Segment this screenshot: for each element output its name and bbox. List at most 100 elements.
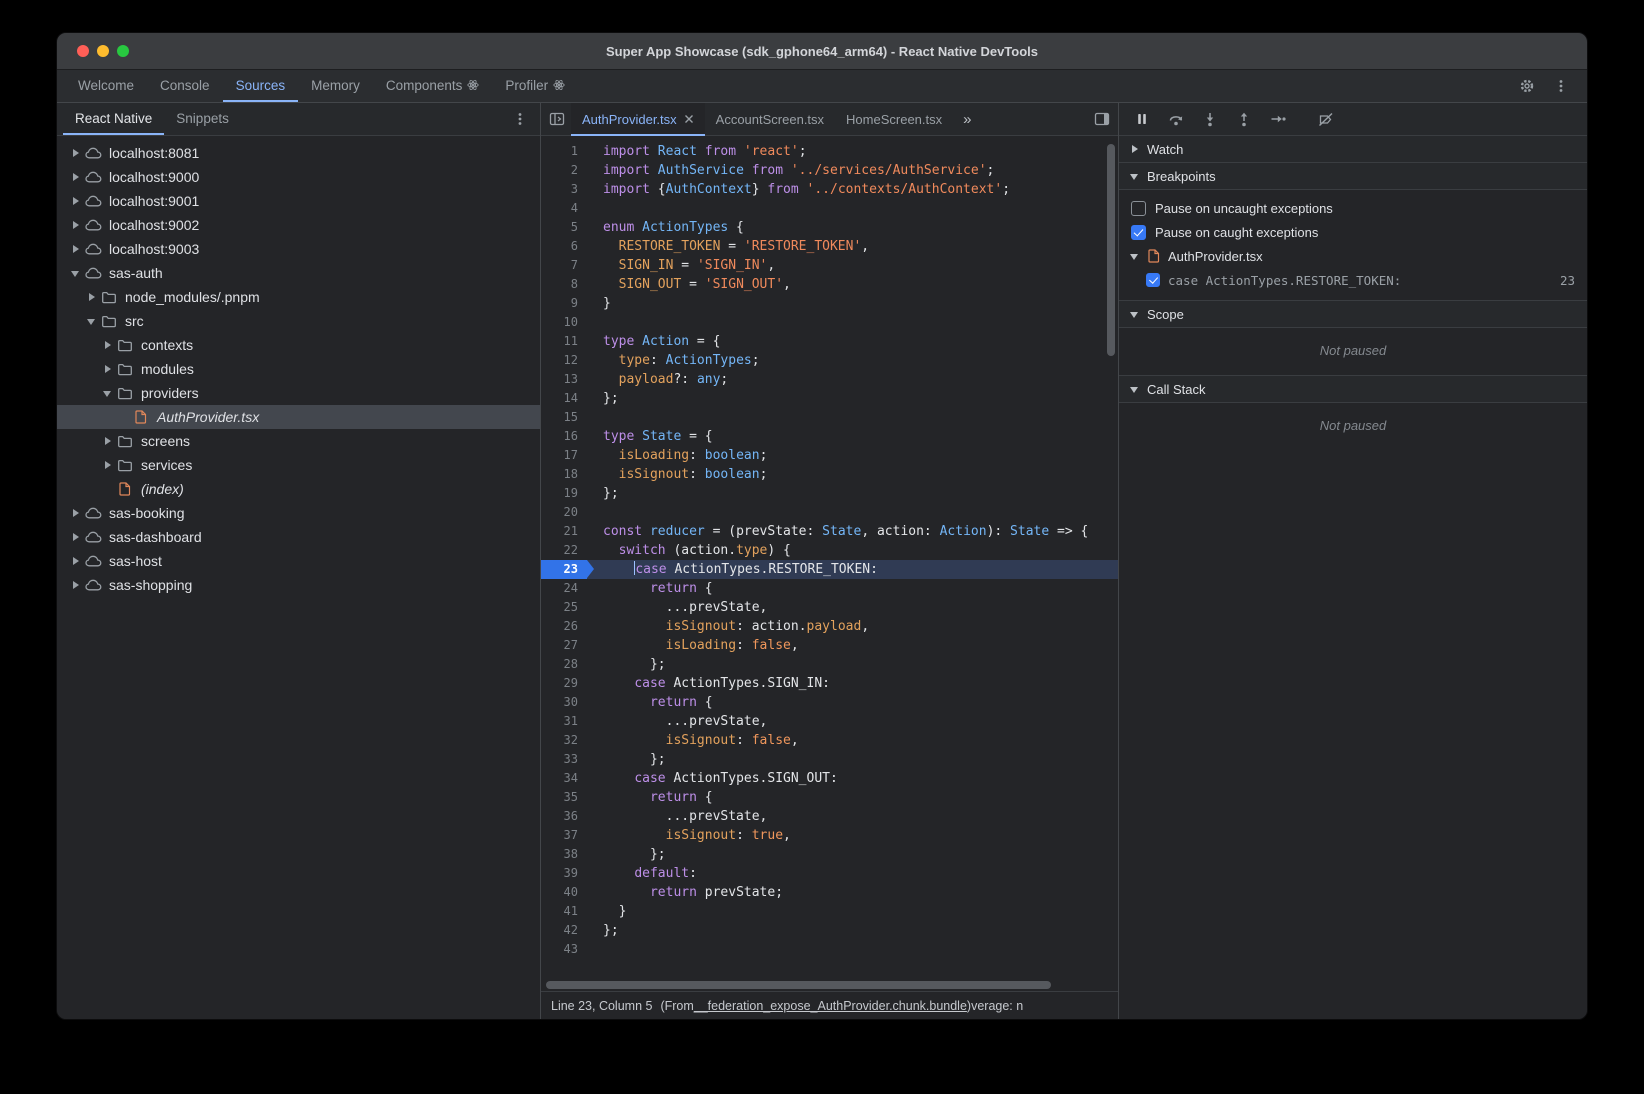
- line-number-gutter[interactable]: 1: [541, 142, 587, 161]
- chevron-right-icon[interactable]: [83, 289, 99, 305]
- code-line-text[interactable]: isSignout: action.payload,: [587, 617, 1118, 636]
- line-number-gutter[interactable]: 2: [541, 161, 587, 180]
- line-number-gutter[interactable]: 15: [541, 408, 587, 427]
- code-line[interactable]: 14};: [541, 389, 1118, 408]
- code-line[interactable]: 5enum ActionTypes {: [541, 218, 1118, 237]
- tree-item-sas-booking[interactable]: sas-booking: [57, 501, 540, 525]
- navigator-tab-snippets[interactable]: Snippets: [164, 103, 241, 135]
- chevron-right-icon[interactable]: [99, 433, 115, 449]
- pause-uncaught-checkbox[interactable]: [1131, 201, 1146, 216]
- code-line-text[interactable]: ...prevState,: [587, 807, 1118, 826]
- deactivate-breakpoints-button[interactable]: [1313, 106, 1339, 132]
- pause-on-caught-row[interactable]: Pause on caught exceptions: [1119, 220, 1587, 244]
- line-number-gutter[interactable]: 7: [541, 256, 587, 275]
- line-number-gutter[interactable]: 31: [541, 712, 587, 731]
- tab-memory[interactable]: Memory: [298, 70, 373, 102]
- code-line[interactable]: 12 type: ActionTypes;: [541, 351, 1118, 370]
- chevron-right-icon[interactable]: [67, 553, 83, 569]
- tree-item-localhost-9003[interactable]: localhost:9003: [57, 237, 540, 261]
- editor-tab-authprovider-tsx[interactable]: AuthProvider.tsx: [571, 103, 705, 135]
- code-line-text[interactable]: isSignout: false,: [587, 731, 1118, 750]
- breakpoint-checkbox[interactable]: [1146, 273, 1160, 287]
- tree-item-sas-host[interactable]: sas-host: [57, 549, 540, 573]
- line-number-gutter[interactable]: 13: [541, 370, 587, 389]
- code-line[interactable]: 41 }: [541, 902, 1118, 921]
- source-bundle-link[interactable]: __federation_expose_AuthProvider.chunk.b…: [694, 999, 967, 1013]
- breakpoint-file-group[interactable]: AuthProvider.tsx: [1119, 244, 1587, 268]
- code-line-text[interactable]: isLoading: false,: [587, 636, 1118, 655]
- chevron-right-icon[interactable]: [67, 169, 83, 185]
- code-line-text[interactable]: return {: [587, 579, 1118, 598]
- line-number-gutter[interactable]: 11: [541, 332, 587, 351]
- code-line[interactable]: 17 isLoading: boolean;: [541, 446, 1118, 465]
- code-line[interactable]: 26 isSignout: action.payload,: [541, 617, 1118, 636]
- editor-tab-homescreen-tsx[interactable]: HomeScreen.tsx: [835, 103, 953, 135]
- scope-section-header[interactable]: Scope: [1119, 301, 1587, 328]
- line-number-gutter[interactable]: 29: [541, 674, 587, 693]
- code-line-text[interactable]: return prevState;: [587, 883, 1118, 902]
- minimize-window-button[interactable]: [97, 45, 109, 57]
- code-line-text[interactable]: isLoading: boolean;: [587, 446, 1118, 465]
- code-line-text[interactable]: };: [587, 484, 1118, 503]
- line-number-gutter[interactable]: 35: [541, 788, 587, 807]
- code-line-text[interactable]: switch (action.type) {: [587, 541, 1118, 560]
- code-line[interactable]: 30 return {: [541, 693, 1118, 712]
- code-line[interactable]: 21const reducer = (prevState: State, act…: [541, 522, 1118, 541]
- code-line-text[interactable]: const reducer = (prevState: State, actio…: [587, 522, 1118, 541]
- chevron-right-icon[interactable]: [67, 505, 83, 521]
- line-number-gutter[interactable]: 41: [541, 902, 587, 921]
- line-number-gutter[interactable]: 37: [541, 826, 587, 845]
- chevron-right-icon[interactable]: [67, 217, 83, 233]
- code-line-text[interactable]: type State = {: [587, 427, 1118, 446]
- tab-profiler[interactable]: Profiler: [492, 70, 578, 102]
- tab-welcome[interactable]: Welcome: [65, 70, 147, 102]
- code-line[interactable]: 37 isSignout: true,: [541, 826, 1118, 845]
- line-number-gutter[interactable]: 43: [541, 940, 587, 959]
- line-number-gutter[interactable]: 38: [541, 845, 587, 864]
- tree-item-localhost-9002[interactable]: localhost:9002: [57, 213, 540, 237]
- code-line-text[interactable]: isSignout: true,: [587, 826, 1118, 845]
- navigator-menu-button[interactable]: [506, 106, 534, 132]
- tree-item-localhost-9000[interactable]: localhost:9000: [57, 165, 540, 189]
- chevron-right-icon[interactable]: [67, 145, 83, 161]
- line-number-gutter[interactable]: 14: [541, 389, 587, 408]
- tree-item-authprovider-tsx[interactable]: AuthProvider.tsx: [57, 405, 540, 429]
- line-number-gutter[interactable]: 24: [541, 579, 587, 598]
- code-line-text[interactable]: isSignout: boolean;: [587, 465, 1118, 484]
- chevron-down-icon[interactable]: [99, 385, 115, 401]
- tree-item-contexts[interactable]: contexts: [57, 333, 540, 357]
- editor-tab-accountscreen-tsx[interactable]: AccountScreen.tsx: [705, 103, 835, 135]
- line-number-gutter[interactable]: 22: [541, 541, 587, 560]
- tree-item-modules[interactable]: modules: [57, 357, 540, 381]
- tree-item-localhost-8081[interactable]: localhost:8081: [57, 141, 540, 165]
- code-line[interactable]: 35 return {: [541, 788, 1118, 807]
- code-line-text[interactable]: };: [587, 655, 1118, 674]
- code-line[interactable]: 3import {AuthContext} from '../contexts/…: [541, 180, 1118, 199]
- code-line-text[interactable]: import {AuthContext} from '../contexts/A…: [587, 180, 1118, 199]
- code-line-text[interactable]: };: [587, 750, 1118, 769]
- line-number-gutter[interactable]: 34: [541, 769, 587, 788]
- code-line[interactable]: 43: [541, 940, 1118, 959]
- code-line[interactable]: 16type State = {: [541, 427, 1118, 446]
- chevron-right-icon[interactable]: [99, 361, 115, 377]
- code-line-text[interactable]: [587, 940, 1118, 959]
- settings-gear-button[interactable]: [1513, 73, 1541, 99]
- line-number-gutter[interactable]: 18: [541, 465, 587, 484]
- code-line[interactable]: 34 case ActionTypes.SIGN_OUT:: [541, 769, 1118, 788]
- code-line[interactable]: 11type Action = {: [541, 332, 1118, 351]
- code-line-text[interactable]: case ActionTypes.SIGN_OUT:: [587, 769, 1118, 788]
- code-line-text[interactable]: }: [587, 294, 1118, 313]
- line-number-gutter[interactable]: 32: [541, 731, 587, 750]
- code-line[interactable]: 7 SIGN_IN = 'SIGN_IN',: [541, 256, 1118, 275]
- line-number-gutter[interactable]: 19: [541, 484, 587, 503]
- line-number-gutter[interactable]: 40: [541, 883, 587, 902]
- code-line[interactable]: 1import React from 'react';: [541, 142, 1118, 161]
- breakpoint-item[interactable]: case ActionTypes.RESTORE_TOKEN: 23: [1119, 268, 1587, 292]
- tree-item-screens[interactable]: screens: [57, 429, 540, 453]
- line-number-gutter[interactable]: 3: [541, 180, 587, 199]
- code-line-text[interactable]: enum ActionTypes {: [587, 218, 1118, 237]
- line-number-gutter[interactable]: 12: [541, 351, 587, 370]
- code-line[interactable]: 20: [541, 503, 1118, 522]
- code-line-text[interactable]: [587, 199, 1118, 218]
- horizontal-scrollbar[interactable]: [541, 979, 1118, 991]
